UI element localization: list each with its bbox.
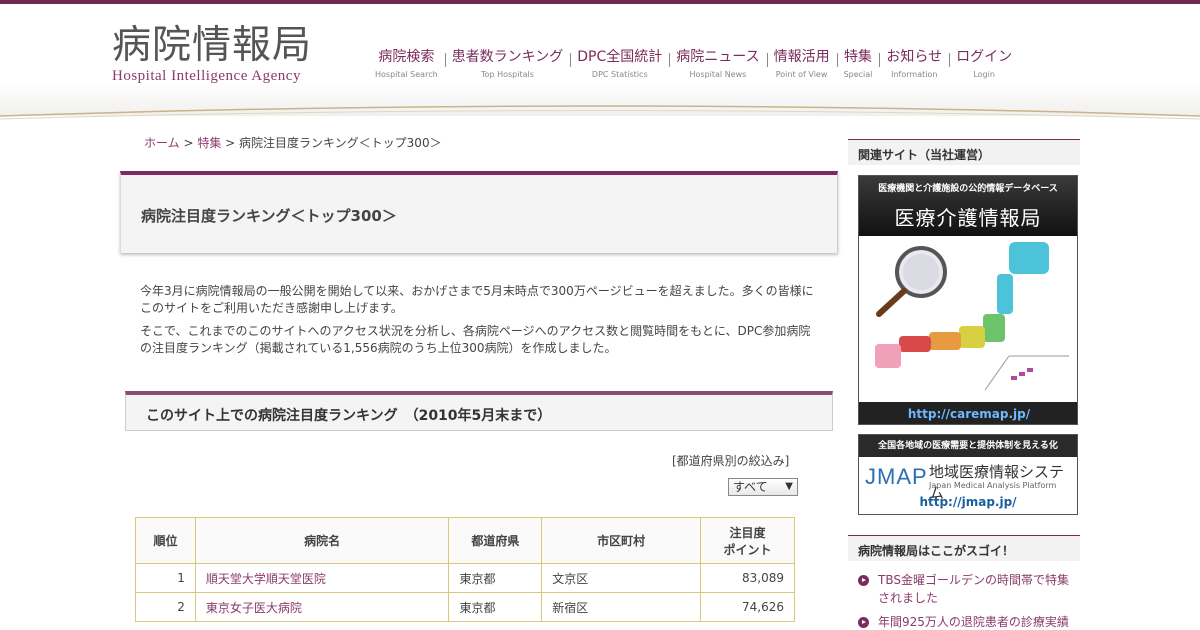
- nav-item-label: 病院検索: [378, 49, 435, 65]
- breadcrumb-separator: >: [179, 136, 198, 150]
- nav-item-sublabel: Hospital Search: [375, 70, 438, 79]
- nav-item-information[interactable]: お知らせ Information: [879, 48, 949, 84]
- nav-item-dpc-statistics[interactable]: DPC全国統計 DPC Statistics: [570, 48, 669, 84]
- col-header-rank: 順位: [135, 517, 196, 564]
- col-header-prefecture: 都道府県: [448, 517, 543, 564]
- nav-item-label: お知らせ: [886, 49, 943, 65]
- table-row: 1 順天堂大学順天堂医院 東京都 文京区 83,089: [135, 563, 795, 593]
- japan-map-illustration: [875, 242, 1069, 391]
- nav-item-sublabel: Top Hospitals: [481, 70, 534, 79]
- nav-item-sublabel: Information: [891, 70, 938, 79]
- col-header-points: 注目度 ポイント: [700, 517, 795, 564]
- feature-item[interactable]: 年間925万人の退院患者の診療実績: [858, 613, 1073, 630]
- play-bullet-icon: [858, 617, 869, 628]
- rank-cell: 2: [135, 592, 196, 622]
- jmap-subtitle: Japan Medical Analysis Platform: [929, 481, 1057, 490]
- nav-item-label: 病院ニュース: [676, 49, 760, 65]
- nav-item-label: ログイン: [956, 49, 1013, 65]
- nav-item-label: 特集: [843, 49, 872, 65]
- col-header-points-line1: 注目度: [729, 525, 766, 540]
- rank-cell: 1: [135, 563, 196, 593]
- city-cell: 新宿区: [541, 592, 702, 622]
- breadcrumb-separator: >: [221, 136, 240, 150]
- dropdown-arrow-icon: ▼: [785, 481, 793, 492]
- jmap-logo: JMAP: [865, 464, 928, 489]
- caremap-banner[interactable]: 医療機関と介護施設の公的情報データベース 医療介護情報局 http://care…: [858, 175, 1078, 425]
- related-sites-heading: 関連サイト（当社運営）: [848, 139, 1080, 165]
- nav-item-label: 情報活用: [773, 49, 830, 65]
- jmap-banner[interactable]: 全国各地域の医療需要と提供体制を見える化 JMAP 地域医療情報システム Jap…: [858, 434, 1078, 515]
- page-title-box: 病院注目度ランキング＜トップ300＞: [120, 171, 838, 253]
- hospital-link[interactable]: 東京女子医大病院: [206, 601, 302, 615]
- nav-item-label: DPC全国統計: [577, 49, 663, 65]
- play-bullet-icon: [858, 575, 869, 586]
- nav-item-sublabel: DPC Statistics: [591, 70, 648, 79]
- jmap-caption: 全国各地域の医療需要と提供体制を見える化: [859, 435, 1077, 457]
- nav-item-sublabel: Hospital News: [689, 70, 747, 79]
- main-nav: 病院検索 Hospital Search 患者数ランキング Top Hospitals…: [368, 48, 1019, 84]
- nav-item-special[interactable]: 特集 Special: [836, 48, 880, 84]
- prefecture-cell: 東京都: [448, 563, 543, 593]
- intro-paragraph-1: 今年3月に病院情報局の一般公開を開始して以来、おかげさまで5月末時点で300万ペ…: [140, 284, 814, 315]
- breadcrumb-current: 病院注目度ランキング＜トップ300＞: [239, 136, 442, 150]
- breadcrumb-home[interactable]: ホーム: [144, 136, 180, 150]
- nav-item-hospital-news[interactable]: 病院ニュース Hospital News: [669, 48, 766, 84]
- col-header-hospital: 病院名: [194, 517, 450, 564]
- prefecture-cell: 東京都: [448, 592, 543, 622]
- table-header-row: 順位 病院名 都道府県 市区町村 注目度 ポイント: [135, 517, 795, 564]
- features-heading: 病院情報局はここがスゴイ！: [848, 535, 1080, 561]
- points-cell: 83,089: [700, 563, 795, 593]
- nav-item-top-hospitals[interactable]: 患者数ランキング Top Hospitals: [444, 48, 571, 84]
- nav-item-sublabel: Login: [973, 70, 995, 79]
- hospital-link[interactable]: 順天堂大学順天堂医院: [206, 572, 326, 586]
- nav-item-sublabel: Point of View: [775, 70, 828, 79]
- page-title: 病院注目度ランキング＜トップ300＞: [141, 207, 397, 225]
- prefecture-select-value: すべて: [733, 480, 768, 494]
- col-header-points-line2: ポイント: [723, 542, 772, 557]
- features-list: TBS金曜ゴールデンの時間帯で特集されました年間925万人の退院患者の診療実績: [858, 571, 1073, 630]
- header-swoosh: [0, 105, 1200, 120]
- jmap-url: http://jmap.jp/: [919, 495, 1017, 509]
- table-row: 2 東京女子医大病院 東京都 新宿区 74,626: [135, 592, 795, 622]
- site-logo[interactable]: 病院情報局: [112, 24, 312, 68]
- caremap-caption: 医療機関と介護施設の公的情報データベース: [878, 184, 1058, 194]
- section-title: このサイト上での病院注目度ランキング （2010年5月末まで）: [146, 408, 552, 424]
- nav-item-label: 患者数ランキング: [451, 49, 564, 65]
- breadcrumb-special[interactable]: 特集: [197, 136, 221, 150]
- nav-item-login[interactable]: ログイン Login: [949, 48, 1019, 84]
- section-heading-box: このサイト上での病院注目度ランキング （2010年5月末まで）: [125, 391, 833, 431]
- nav-item-point-of-view[interactable]: 情報活用 Point of View: [766, 48, 837, 84]
- feature-item-label: 年間925万人の退院患者の診療実績: [878, 615, 1069, 629]
- ranking-table: 順位 病院名 都道府県 市区町村 注目度 ポイント 1 順天堂大学順天堂医院 東京都…: [135, 517, 795, 622]
- breadcrumb: ホーム > 特集 > 病院注目度ランキング＜トップ300＞: [144, 134, 442, 151]
- feature-item-label: TBS金曜ゴールデンの時間帯で特集されました: [878, 573, 1069, 605]
- nav-item-sublabel: Special: [843, 70, 873, 79]
- city-cell: 文京区: [541, 563, 702, 593]
- feature-item[interactable]: TBS金曜ゴールデンの時間帯で特集されました: [858, 571, 1073, 607]
- intro-text: 今年3月に病院情報局の一般公開を開始して以来、おかげさまで5月末時点で300万ペ…: [140, 283, 820, 363]
- col-header-city: 市区町村: [541, 517, 702, 564]
- intro-paragraph-2: そこで、これまでのこのサイトへのアクセス状況を分析し、各病院ページへのアクセス数…: [140, 324, 811, 355]
- hospital-name-cell: 順天堂大学順天堂医院: [194, 563, 450, 593]
- points-cell: 74,626: [700, 592, 795, 622]
- caremap-title: 医療介護情報局: [894, 206, 1042, 230]
- prefecture-select[interactable]: すべて ▼: [728, 478, 798, 496]
- hospital-name-cell: 東京女子医大病院: [194, 592, 450, 622]
- site-logo-subtitle: Hospital Intelligence Agency: [112, 68, 301, 84]
- prefecture-filter-label: [都道府県別の絞込み]: [672, 454, 790, 468]
- nav-item-hospital-search[interactable]: 病院検索 Hospital Search: [368, 48, 445, 84]
- caremap-url: http://caremap.jp/: [859, 402, 1077, 424]
